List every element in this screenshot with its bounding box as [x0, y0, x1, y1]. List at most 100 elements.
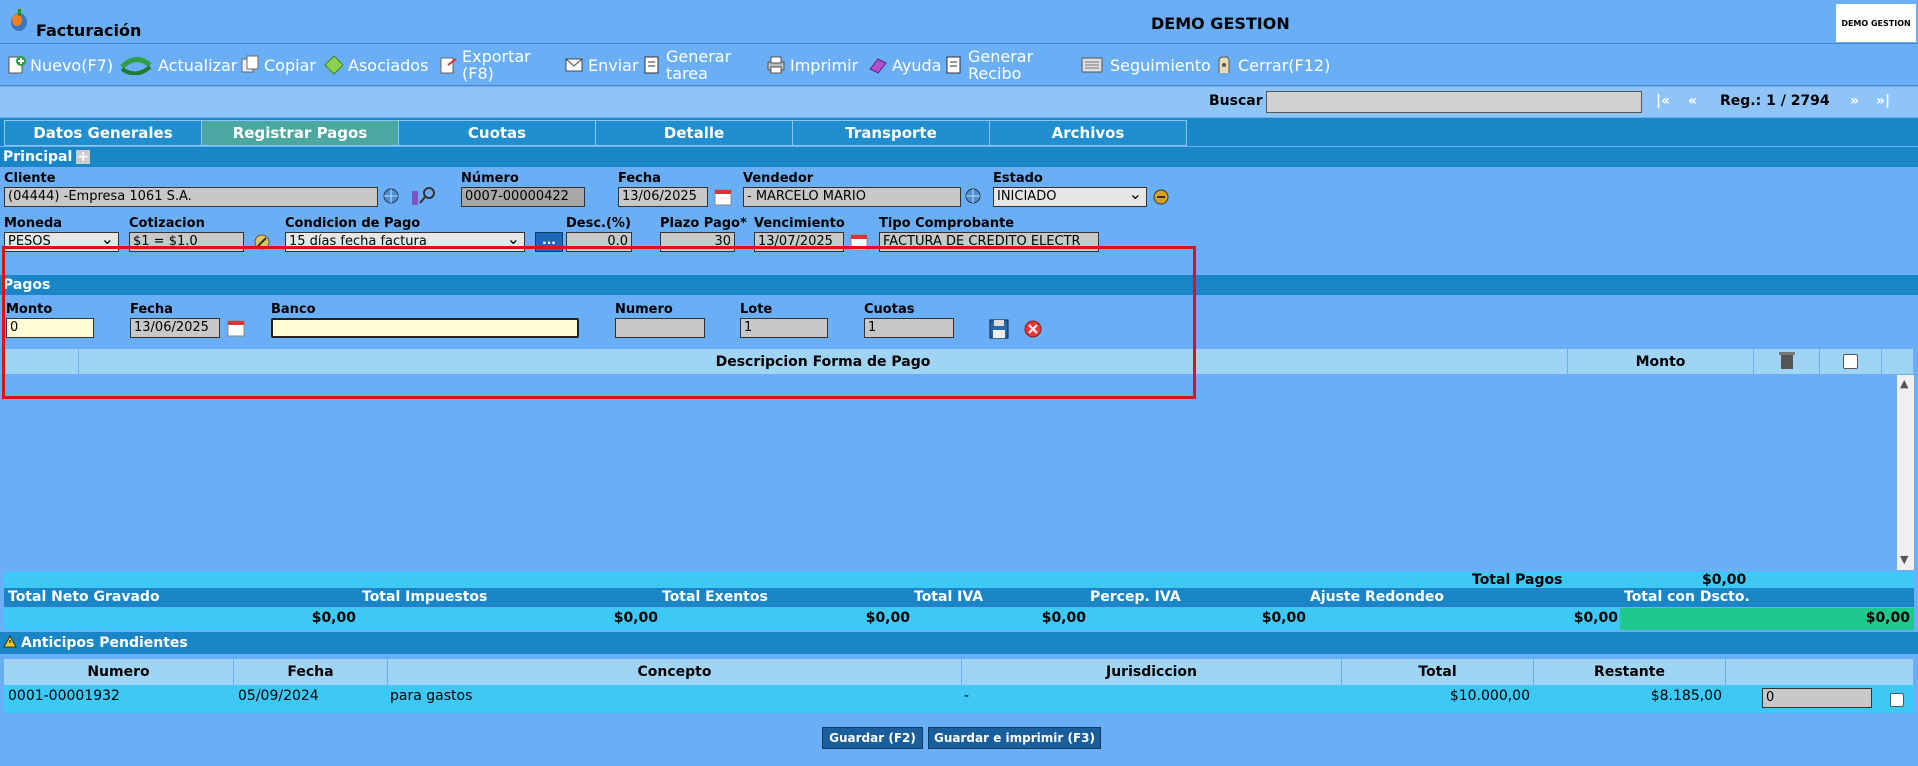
tab-cuotas[interactable]: Cuotas [398, 120, 596, 146]
payment-col-trash [1754, 349, 1820, 374]
plazo-label: Plazo Pago* [660, 216, 747, 231]
total-pagos-value: $0,00 [1702, 572, 1747, 588]
anticipos-col-concepto: Concepto [388, 659, 962, 685]
save-and-print-button[interactable]: Guardar e imprimir (F3) [928, 727, 1101, 749]
tab-detalle[interactable]: Detalle [595, 120, 793, 146]
task-icon [642, 55, 662, 75]
payment-col-monto: Monto [1568, 349, 1754, 374]
anticipo-checkbox[interactable] [1890, 693, 1904, 707]
cliente-field[interactable]: (04444) -Empresa 1061 S.A. [4, 187, 378, 207]
generate-task-label: Generar tarea [666, 47, 732, 83]
numero-field: 0007-00000422 [461, 187, 585, 207]
receipt-icon [944, 55, 964, 75]
total-impuestos-header: Total Impuestos [362, 589, 488, 605]
tab-transporte[interactable]: Transporte [792, 120, 990, 146]
totals-values-row: $0,00 $0,00 $0,00 $0,00 $0,00 $0,00 $0,0… [4, 608, 1914, 630]
anticipos-col-numero: Numero [4, 659, 234, 685]
app-title: Facturación [36, 21, 142, 40]
export-button[interactable]: Exportar (F8) [438, 44, 531, 86]
print-icon [766, 55, 786, 75]
tracking-label: Seguimiento [1110, 55, 1211, 75]
payments-list [4, 375, 1914, 570]
print-label: Imprimir [790, 55, 859, 75]
percep-iva-value: $0,00 [1261, 610, 1306, 626]
help-icon [868, 55, 888, 75]
tracking-button[interactable]: Seguimiento [1080, 44, 1211, 86]
scroll-down-icon[interactable]: ▼ [1900, 553, 1908, 566]
anticipos-col-input [1726, 659, 1914, 685]
copy-button[interactable]: Copiar [240, 44, 316, 86]
refresh-icon [118, 55, 154, 76]
new-icon [6, 55, 26, 75]
first-record-button[interactable]: |« [1656, 93, 1670, 109]
generate-receipt-button[interactable]: Generar Recibo [944, 44, 1034, 86]
ajuste-redondeo-header: Ajuste Redondeo [1310, 589, 1445, 605]
search-label: Buscar [1209, 93, 1263, 109]
refresh-label: Actualizar [158, 55, 238, 75]
toolbar: Nuevo(F7) Actualizar Copiar Asociados Ex… [0, 44, 1918, 86]
tracking-icon [1080, 55, 1106, 75]
anticipo-numero: 0001-00001932 [8, 688, 120, 704]
total-exentos-header: Total Exentos [662, 589, 768, 605]
next-record-button[interactable]: » [1850, 93, 1859, 109]
generate-task-button[interactable]: Generar tarea [642, 44, 732, 86]
total-con-dscto-value: $0,00 [1865, 610, 1910, 626]
scroll-up-icon[interactable]: ▲ [1900, 377, 1908, 390]
vendedor-label: Vendedor [743, 171, 814, 186]
warning-icon [3, 634, 17, 652]
client-search-icon[interactable] [410, 185, 438, 207]
desc-label: Desc.(%) [566, 216, 631, 231]
total-impuestos-value: $0,00 [613, 610, 658, 626]
copy-icon [240, 55, 260, 75]
tipo-comprobante-label: Tipo Comprobante [879, 216, 1015, 231]
vendedor-globe-icon[interactable] [964, 187, 982, 205]
title-bar: Facturación DEMO GESTION DEMO GESTION [0, 0, 1918, 44]
condicion-label: Condicion de Pago [285, 216, 421, 231]
print-button[interactable]: Imprimir [766, 44, 858, 86]
anticipo-amount-input[interactable]: 0 [1762, 688, 1872, 708]
anticipos-col-jurisdiccion: Jurisdiccion [962, 659, 1342, 685]
select-all-checkbox[interactable] [1843, 354, 1858, 369]
search-input[interactable] [1266, 91, 1642, 113]
vendedor-field[interactable]: - MARCELO MARIO [743, 187, 961, 207]
ajuste-redondeo-value: $0,00 [1573, 610, 1618, 626]
export-label: Exportar (F8) [462, 47, 531, 83]
send-button[interactable]: Enviar [564, 44, 639, 86]
fecha-field[interactable]: 13/06/2025 [618, 187, 708, 207]
associated-button[interactable]: Asociados [324, 44, 428, 86]
payment-col-end [1882, 349, 1914, 374]
send-label: Enviar [588, 55, 639, 75]
estado-value: INICIADO [997, 189, 1057, 204]
calendar-icon[interactable] [713, 187, 735, 207]
principal-title: Principal [3, 149, 73, 165]
save-button[interactable]: Guardar (F2) [822, 727, 923, 749]
help-label: Ayuda [892, 55, 942, 75]
estado-select[interactable]: INICIADO [993, 187, 1147, 207]
expand-icon[interactable]: + [76, 150, 91, 164]
trash-icon[interactable] [1778, 350, 1796, 374]
refresh-button[interactable]: Actualizar [118, 44, 237, 86]
payments-scrollbar[interactable]: ▲ ▼ [1897, 375, 1914, 570]
tab-registrar-pagos[interactable]: Registrar Pagos [201, 120, 399, 146]
close-button[interactable]: Cerrar(F12) [1214, 44, 1330, 86]
anticipos-header: Anticipos Pendientes [0, 632, 1918, 654]
associated-label: Asociados [348, 55, 429, 75]
generate-receipt-label: Generar Recibo [968, 47, 1034, 83]
numero-label: Número [461, 171, 519, 186]
total-neto-value: $0,00 [311, 610, 356, 626]
tab-archivos[interactable]: Archivos [989, 120, 1187, 146]
tab-datos-generales[interactable]: Datos Generales [4, 120, 202, 146]
client-globe-icon[interactable] [382, 187, 400, 205]
prev-record-button[interactable]: « [1688, 93, 1697, 109]
new-label: Nuevo(F7) [30, 55, 114, 75]
total-iva-header: Total IVA [914, 589, 984, 605]
condicion-more-label: ... [542, 233, 556, 247]
cotizacion-label: Cotizacion [129, 216, 205, 231]
company-logo: DEMO GESTION [1836, 4, 1916, 42]
last-record-button[interactable]: »| [1876, 93, 1890, 109]
cliente-label: Cliente [4, 171, 56, 186]
estado-action-icon[interactable] [1151, 187, 1171, 207]
total-exentos-value: $0,00 [865, 610, 910, 626]
help-button[interactable]: Ayuda [868, 44, 941, 86]
new-button[interactable]: Nuevo(F7) [6, 44, 113, 86]
